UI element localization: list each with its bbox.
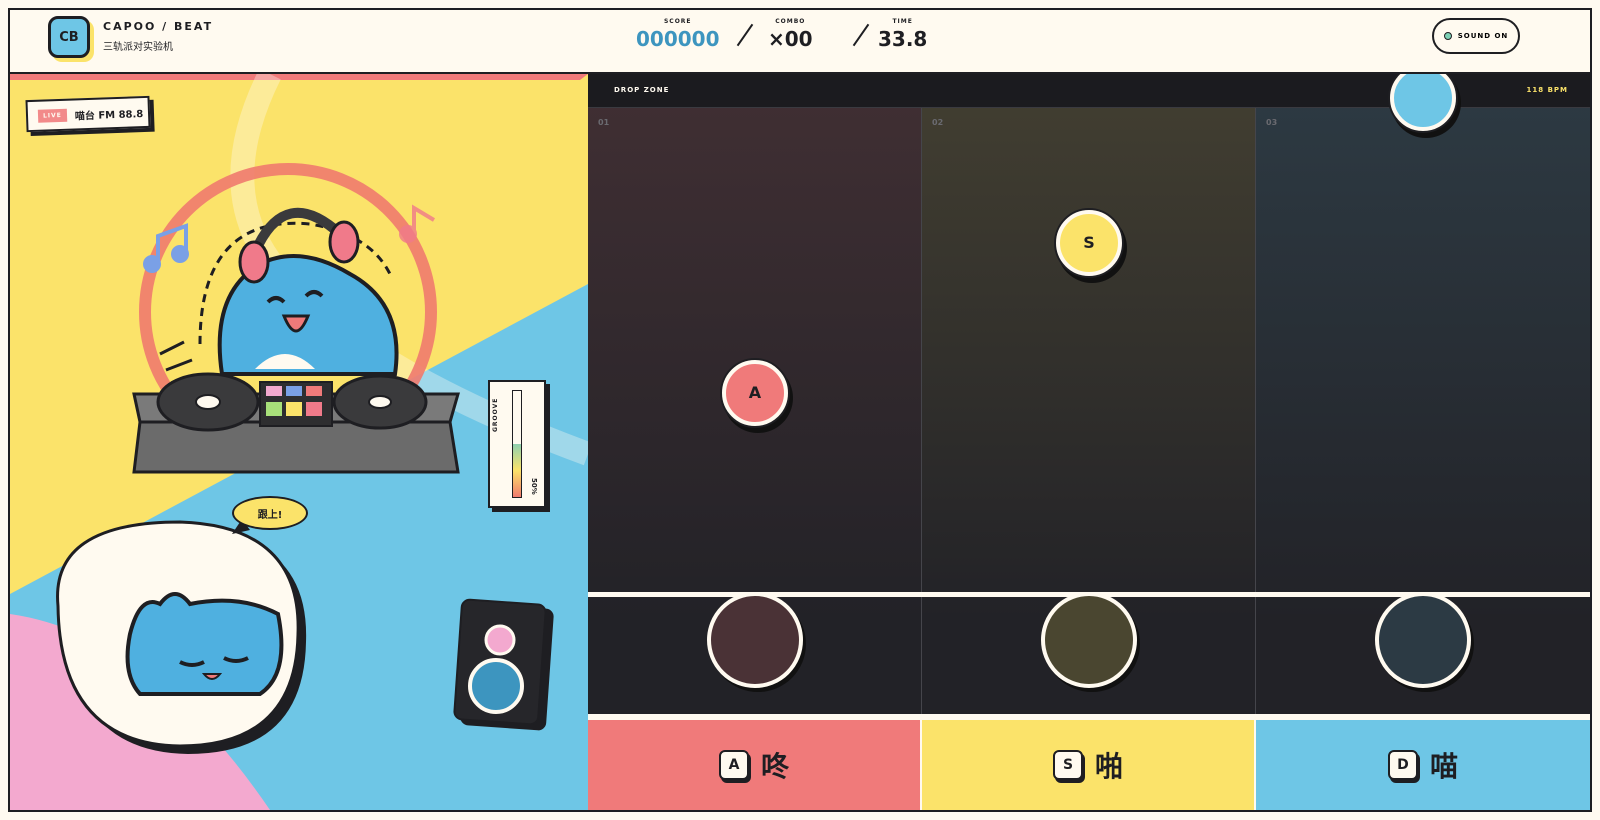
top-header: CB CAPOO / BEAT 三轨派对实验机 SCORE 000000 COM…	[10, 10, 1590, 74]
groove-meter: GROOVE 50%	[488, 380, 546, 508]
key-cap: A	[718, 750, 749, 780]
live-badge: LIVE	[37, 108, 68, 123]
sound-toggle-label: SOUND ON	[1457, 32, 1509, 40]
app-title: CAPOO / BEAT	[103, 20, 214, 33]
combo-stat: COMBO ×00	[768, 18, 813, 51]
stat-divider	[852, 23, 870, 47]
key-sound-word: 咚	[760, 750, 789, 783]
falling-note: A	[722, 359, 788, 426]
score-stat: SCORE 000000	[636, 18, 720, 51]
falling-note: S	[1056, 209, 1122, 276]
dj-scene: LIVE 喵台 FM 88.8 跟上! GROOVE 50%	[10, 74, 588, 810]
key-sound-word: 啪	[1094, 750, 1123, 783]
score-label: SCORE	[663, 18, 692, 25]
key-button-d[interactable]: D 喵	[1256, 720, 1590, 810]
bpm-readout: 118 BPM	[1526, 86, 1568, 94]
drop-zone-label: DROP ZONE	[614, 86, 670, 94]
groove-fill	[513, 444, 521, 497]
hit-target-lane-3[interactable]	[1375, 592, 1471, 688]
sound-status-icon	[1443, 32, 1452, 40]
groove-label: GROOVE	[492, 397, 499, 432]
keypad: A 咚 S 啪 D 喵	[588, 714, 1590, 810]
key-cap: D	[1387, 750, 1418, 780]
speech-bubble: 跟上!	[232, 496, 308, 530]
groove-percent: 50%	[530, 478, 538, 495]
combo-label: COMBO	[775, 18, 806, 25]
dj-turntable	[132, 372, 460, 474]
key-sound-word: 喵	[1429, 750, 1458, 783]
key-button-s[interactable]: S 啪	[922, 720, 1256, 810]
key-button-a[interactable]: A 咚	[588, 720, 922, 810]
hit-target-lane-1[interactable]	[707, 592, 803, 688]
lane-number: 02	[932, 118, 944, 127]
stat-divider	[736, 23, 754, 47]
score-value: 000000	[636, 27, 720, 51]
lane-number: 01	[598, 118, 610, 127]
app-logo: CB	[48, 16, 90, 58]
game-board: DROP ZONE 118 BPM 01 02 03 A 咚 S 啪 D 喵 A…	[588, 74, 1590, 810]
sound-toggle-button[interactable]: SOUND ON	[1432, 18, 1520, 54]
time-value: 33.8	[878, 27, 928, 51]
lane-number: 03	[1266, 118, 1278, 127]
radio-station-name: 喵台 FM 88.8	[74, 108, 144, 122]
combo-value: ×00	[768, 27, 813, 51]
time-label: TIME	[892, 18, 913, 25]
speaker-icon	[453, 598, 554, 731]
time-stat: TIME 33.8	[878, 18, 927, 51]
groove-track	[512, 390, 522, 498]
key-cap: S	[1052, 750, 1083, 780]
radio-station-tag: LIVE 喵台 FM 88.8	[25, 95, 151, 133]
hit-target-lane-2[interactable]	[1041, 592, 1137, 688]
app-subtitle: 三轨派对实验机	[103, 42, 173, 53]
